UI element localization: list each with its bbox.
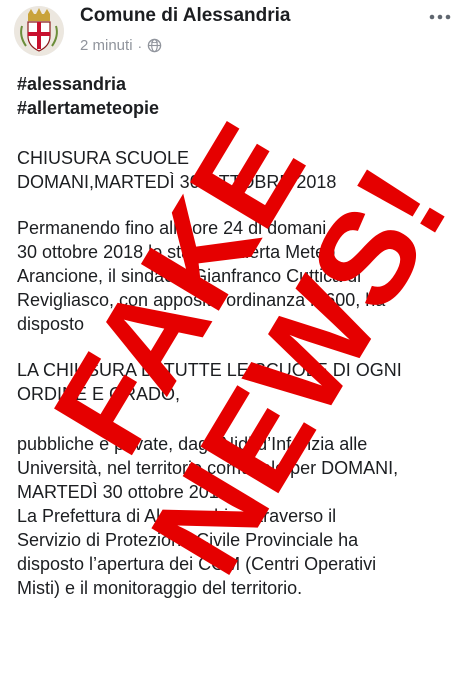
post-text-line: Servizio di Protezione Civile Provincial… [17, 530, 359, 550]
post-title-line: DOMANI,MARTEDÌ 30 OTTOBRE 2018 [17, 172, 337, 192]
post-text-line: LA CHIUSURA DI TUTTE LE SCUOLE DI OGNI [17, 360, 402, 380]
post-header: Comune di Alessandria 2 minuti · [0, 0, 464, 62]
hashtag-link[interactable]: #allertameteopie [17, 96, 457, 120]
more-options-icon[interactable] [428, 4, 452, 24]
post-text-line: Misti) e il monitoraggio del territorio. [17, 578, 303, 598]
post-text-line: Università, nel territorio comunale per … [17, 458, 399, 478]
hashtag-link[interactable]: #alessandria [17, 72, 457, 96]
page-avatar[interactable] [14, 6, 64, 56]
post-text-line: disposto [17, 314, 85, 334]
post-text-line: pubbliche e private, dagli Nidi d’Infanz… [17, 434, 368, 454]
post-text-line: ORDINE E GRADO, [17, 384, 181, 404]
meta-separator: · [137, 37, 143, 54]
post-body: #alessandria #allertameteopie CHIUSURA S… [17, 72, 457, 600]
post-text-line: Arancione, il sindaco, Gianfranco Cuttic… [17, 266, 362, 286]
post-title-line: CHIUSURA SCUOLE [17, 148, 190, 168]
post-text-line: 30 ottobre 2018 lo stato di Allerta Mete… [17, 242, 336, 262]
globe-icon [147, 38, 162, 53]
post-meta: 2 minuti · [80, 37, 162, 54]
coat-of-arms-icon [14, 6, 64, 56]
post-time[interactable]: 2 minuti [80, 37, 133, 54]
page-name-link[interactable]: Comune di Alessandria [80, 5, 290, 27]
post-text-line: MARTEDÌ 30 ottobre 2018. [17, 482, 234, 502]
post-text-line: disposto l’apertura dei COM (Centri Oper… [17, 554, 377, 574]
post-text-line: Permanendo fino alle ore 24 di domani, [17, 218, 332, 238]
post-text-line: Revigliasco, con apposita ordinanza n.60… [17, 290, 386, 310]
post-text-line: La Prefettura di Alessandria attraverso … [17, 506, 337, 526]
